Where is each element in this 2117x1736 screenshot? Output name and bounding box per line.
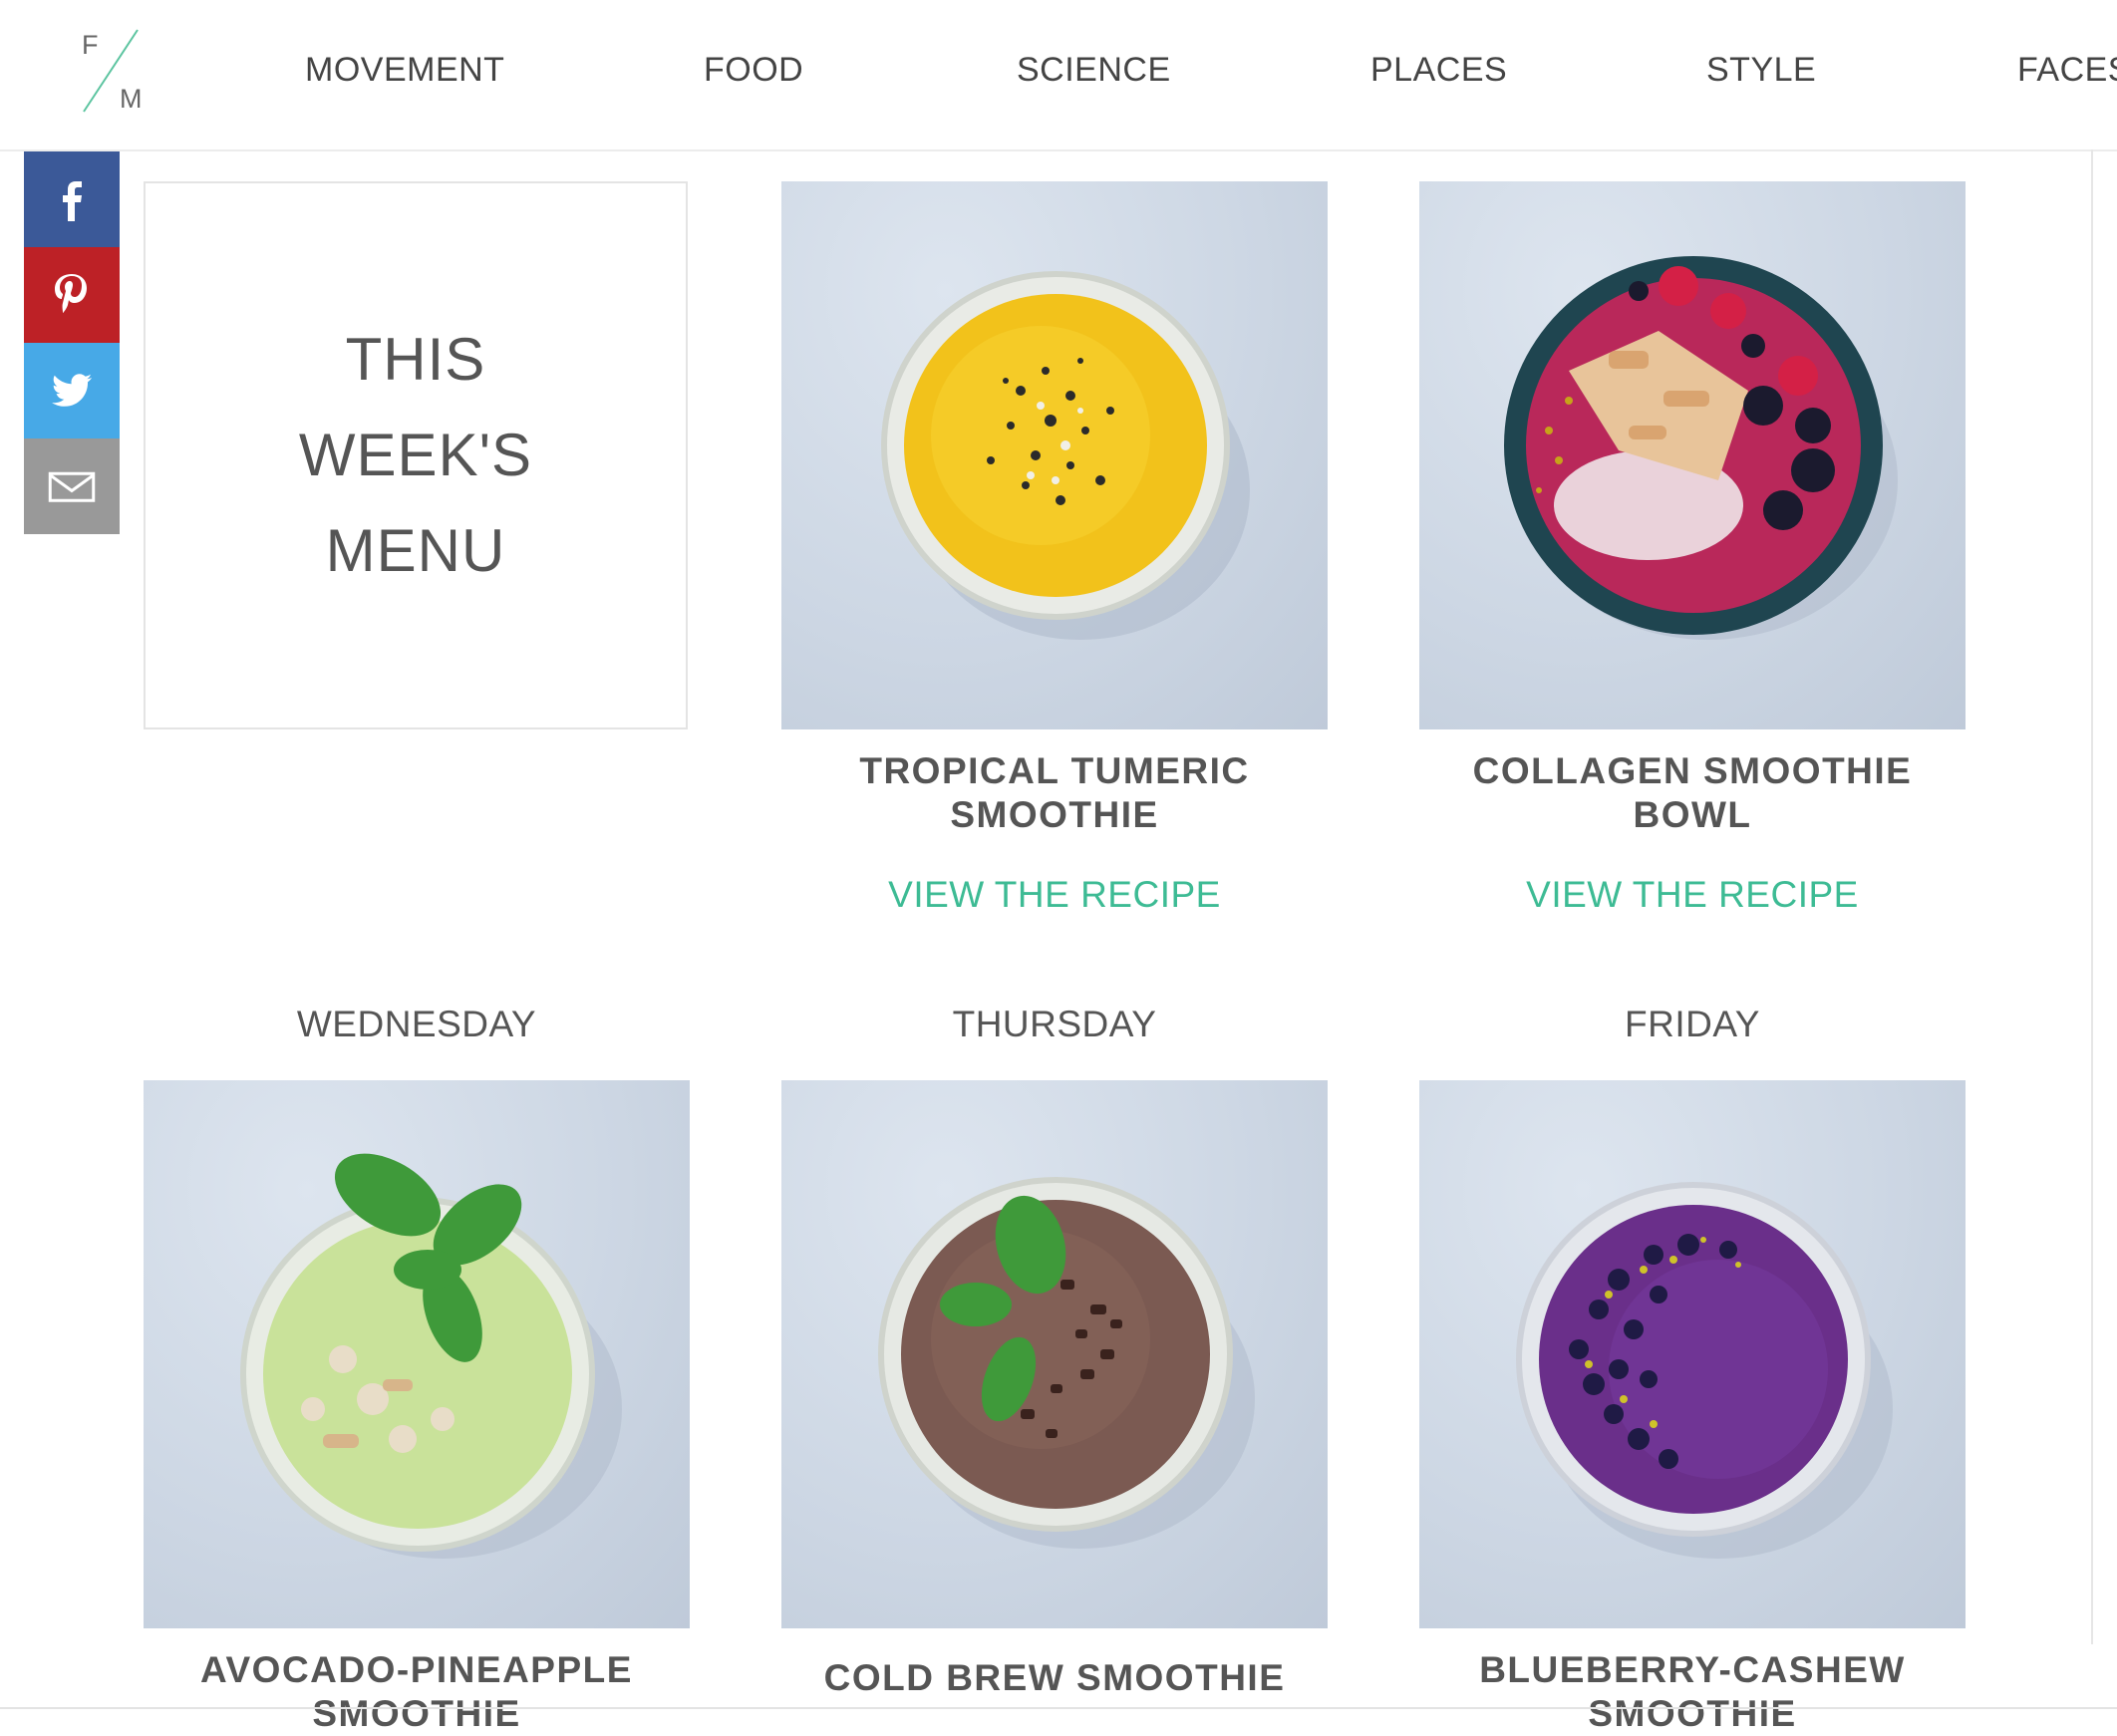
recipe-title-line: COLLAGEN SMOOTHIE [1472,750,1913,791]
nav-places[interactable]: PLACES [1370,51,1507,90]
recipe-title-cold-brew-smoothie[interactable]: COLD BREW SMOOTHIE [781,1656,1328,1700]
menu-title-line-3: MENU [325,517,506,584]
nav-food[interactable]: FOOD [704,51,803,90]
share-email-button[interactable] [24,438,120,534]
day-label-friday: FRIDAY [1625,1004,1760,1044]
menu-title-line-2: WEEK'S [298,422,533,488]
day-label-wednesday: WEDNESDAY [296,1004,537,1044]
recipe-title-line: SMOOTHIE [950,794,1159,835]
menu-title-line-1: THIS [345,326,486,393]
recipe-title-line: SMOOTHIE [312,1693,521,1734]
recipe-image-cold-brew-smoothie[interactable] [781,1080,1328,1628]
scroll-rail [2091,149,2093,1644]
recipe-title-line: SMOOTHIE [1588,1693,1797,1734]
site-header: F M MOVEMENT FOOD SCIENCE PLACES STYLE F… [0,0,2117,151]
recipe-title-line: COLD BREW SMOOTHIE [823,1657,1286,1698]
recipe-title-line: TROPICAL TUMERIC [859,750,1250,791]
recipe-title-line: BLUEBERRY-CASHEW [1479,1649,1906,1690]
email-icon [48,471,96,502]
recipe-image-tropical-tumeric-smoothie[interactable] [781,181,1328,729]
nav-style[interactable]: STYLE [1706,51,1816,90]
day-label-thursday: THURSDAY [952,1004,1157,1044]
recipe-title-blueberry-cashew-smoothie[interactable]: BLUEBERRY-CASHEW SMOOTHIE [1419,1648,1966,1736]
recipe-title-collagen-smoothie-bowl[interactable]: COLLAGEN SMOOTHIE BOWL [1419,749,1966,837]
share-pinterest-button[interactable] [24,247,120,343]
share-twitter-button[interactable] [24,343,120,438]
facebook-icon [63,181,82,221]
recipe-image-avocado-pineapple-smoothie[interactable] [144,1080,690,1628]
avocado-smoothie-photo [240,1153,622,1559]
share-facebook-button[interactable] [24,151,120,247]
pinterest-icon [55,274,87,313]
view-recipe-link[interactable]: VIEW THE RECIPE [1419,874,1966,916]
recipe-image-blueberry-cashew-smoothie[interactable] [1419,1080,1966,1628]
cold-brew-smoothie-photo [878,1177,1255,1549]
blueberry-smoothie-photo [1516,1182,1893,1559]
recipe-title-avocado-pineapple-smoothie[interactable]: AVOCADO-PINEAPPLE SMOOTHIE [144,1648,690,1736]
logo-letter-m: M [120,84,143,114]
recipe-image-collagen-smoothie-bowl[interactable] [1419,181,1966,729]
nav-movement[interactable]: MOVEMENT [305,51,504,90]
view-recipe-link[interactable]: VIEW THE RECIPE [781,874,1328,916]
recipe-title-line: BOWL [1633,794,1752,835]
recipe-title-line: AVOCADO-PINEAPPLE [200,1649,633,1690]
collagen-bowl-photo [1504,256,1898,640]
nav-faces[interactable]: FACES [2017,51,2117,90]
twitter-icon [52,374,92,407]
nav-science[interactable]: SCIENCE [1017,51,1171,90]
recipe-title-tropical-tumeric-smoothie[interactable]: TROPICAL TUMERIC SMOOTHIE [781,749,1328,837]
site-logo[interactable]: F M [80,28,150,118]
turmeric-smoothie-photo [881,271,1250,640]
viewport-bottom-divider [0,1707,2117,1709]
this-weeks-menu-card: THIS WEEK'S MENU [144,181,688,729]
